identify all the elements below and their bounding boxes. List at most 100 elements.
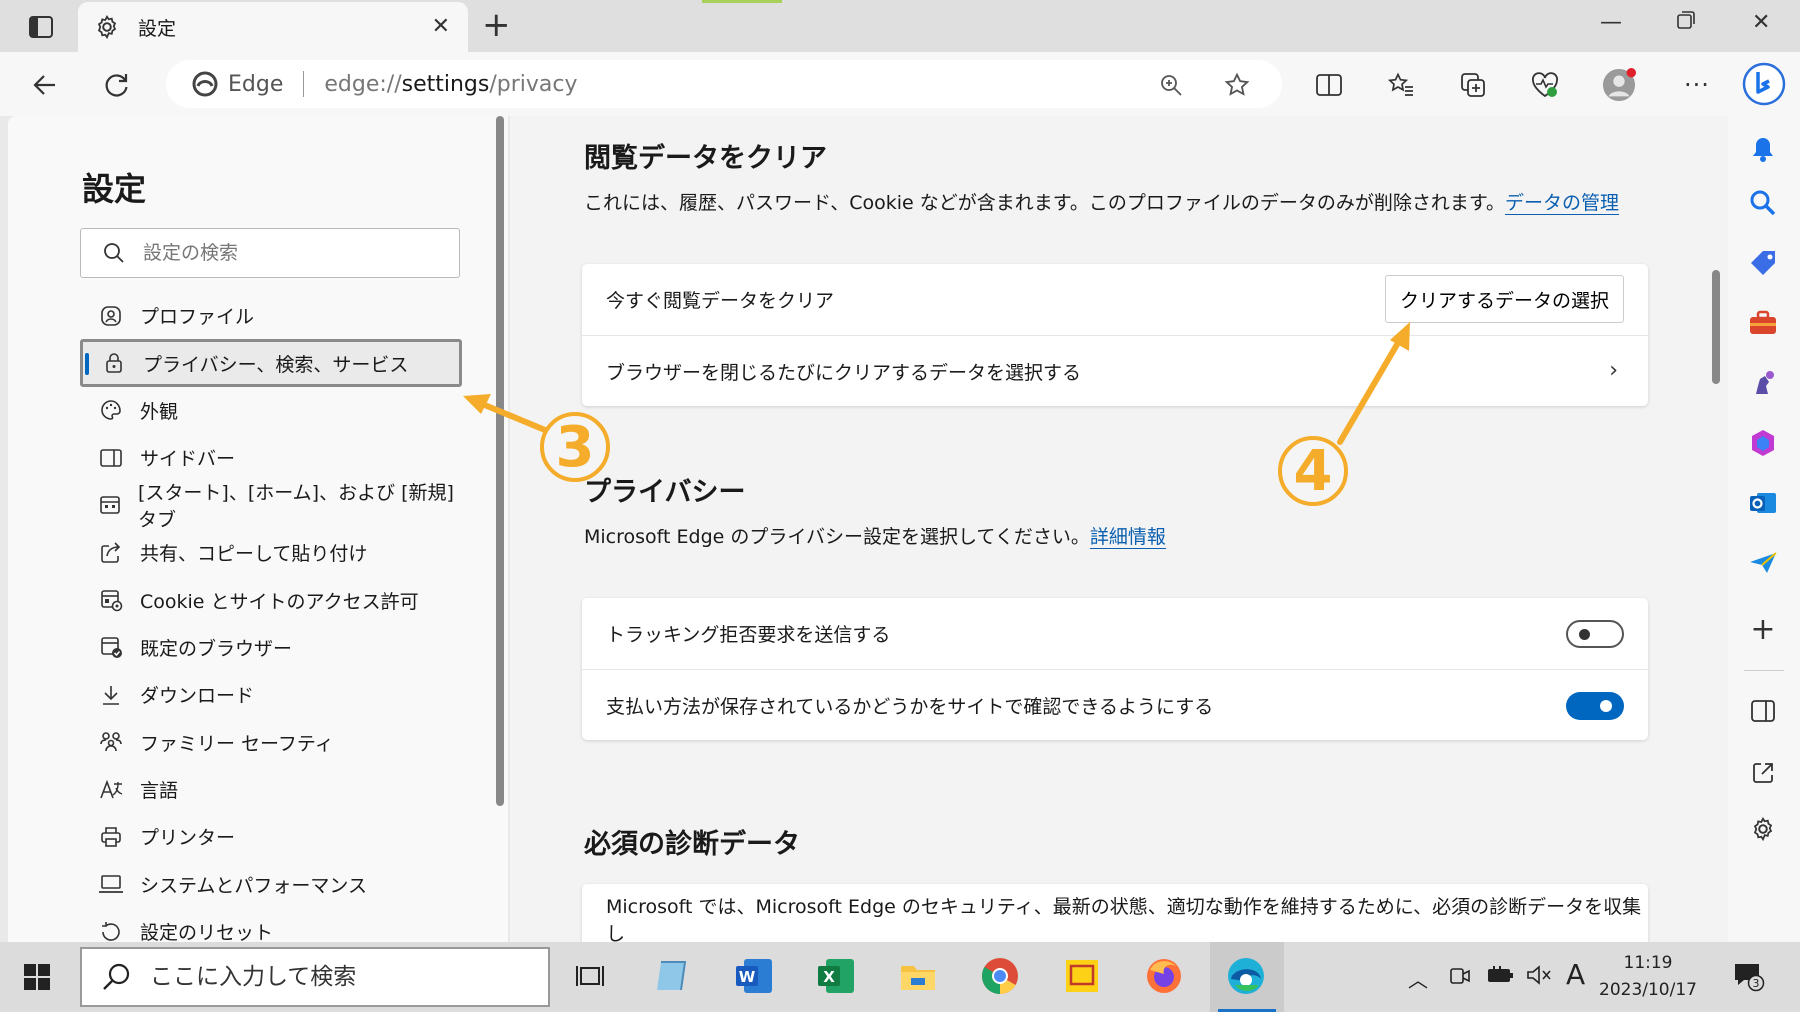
settings-nav-item[interactable]: 共有、コピーして貼り付け — [80, 529, 462, 576]
shopping-button[interactable] — [1746, 246, 1780, 280]
microsoft-365-button[interactable] — [1746, 426, 1780, 460]
restore-button[interactable] — [1676, 10, 1696, 36]
volume-muted-icon[interactable] — [1526, 964, 1552, 991]
settings-nav-item[interactable]: システムとパフォーマンス — [80, 861, 462, 908]
settings-nav-item[interactable]: プロファイル — [80, 292, 462, 339]
diagnostics-title: 必須の診断データ — [584, 829, 800, 860]
search-icon — [104, 243, 124, 263]
notification-center-button[interactable]: 3 — [1732, 960, 1766, 997]
clear-now-row: 今すぐ閲覧データをクリア クリアするデータの選択 — [582, 264, 1648, 335]
clear-on-close-row[interactable]: ブラウザーを閉じるたびにクリアするデータを選択する › — [582, 335, 1648, 406]
hide-sidebar-button[interactable] — [1746, 694, 1780, 728]
settings-nav-item[interactable]: ファミリー セーフティ — [80, 719, 462, 766]
profile-button[interactable] — [1602, 68, 1636, 102]
battery-icon[interactable] — [1486, 964, 1514, 991]
back-button[interactable] — [28, 68, 62, 102]
clear-on-close-label: ブラウザーを閉じるたびにクリアするデータを選択する — [606, 361, 1082, 384]
clock[interactable]: 11:19 2023/10/17 — [1588, 950, 1708, 1004]
settings-nav-item[interactable]: プリンター — [80, 813, 462, 860]
settings-nav-item[interactable]: [スタート]、[ホーム]、および [新規] タブ — [80, 482, 462, 531]
settings-nav-item[interactable]: 既定のブラウザー — [80, 624, 462, 671]
taskbar-app-file-explorer[interactable] — [896, 954, 940, 998]
avatar — [1602, 68, 1636, 102]
settings-nav-label: ファミリー セーフティ — [140, 732, 334, 755]
new-tab-button[interactable]: + — [482, 8, 511, 42]
more-menu-button[interactable]: ··· — [1680, 68, 1714, 102]
clear-data-description: これには、履歴、パスワード、Cookie などが含まれます。このプロファイルのデ… — [584, 192, 1619, 215]
settings-nav-item[interactable]: プライバシー、検索、サービス — [80, 339, 462, 387]
taskbar-app-word[interactable]: W — [732, 954, 776, 998]
browser-essentials-button[interactable] — [1528, 68, 1562, 102]
settings-search-input[interactable] — [143, 242, 443, 264]
windows-logo-icon — [24, 964, 50, 990]
left-panel-scrollbar[interactable] — [496, 116, 504, 806]
bing-copilot-button[interactable] — [1742, 62, 1786, 106]
taskbar-app-excel[interactable]: X — [814, 954, 858, 998]
favorite-star-button[interactable] — [1222, 70, 1252, 100]
clear-data-title: 閲覧データをクリア — [584, 143, 827, 174]
search-sidebar-button[interactable] — [1746, 186, 1780, 220]
settings-nav-label: ダウンロード — [140, 685, 255, 708]
do-not-track-toggle[interactable] — [1566, 620, 1624, 648]
add-sidebar-app-button[interactable]: + — [1746, 612, 1780, 647]
taskbar-search-box[interactable] — [80, 947, 550, 1007]
split-screen-button[interactable] — [1312, 68, 1346, 102]
do-not-track-row: トラッキング拒否要求を送信する — [582, 598, 1648, 669]
settings-nav-label: 既定のブラウザー — [140, 637, 293, 660]
taskbar-search-input[interactable] — [150, 964, 530, 990]
learn-more-link[interactable]: 詳細情報 — [1089, 526, 1166, 549]
taskbar-app-sticky-notes[interactable] — [1060, 954, 1104, 998]
settings-nav-item[interactable]: ダウンロード — [80, 671, 462, 718]
do-not-track-label: トラッキング拒否要求を送信する — [606, 624, 891, 646]
games-button[interactable] — [1746, 366, 1780, 400]
external-link-button[interactable] — [1746, 756, 1780, 790]
taskbar-app-edge[interactable] — [1224, 954, 1268, 998]
tab-close-button[interactable]: ✕ — [432, 14, 450, 39]
notification-icon: 3 — [1735, 964, 1765, 992]
notifications-button[interactable] — [1746, 132, 1780, 166]
chess-piece-icon — [1756, 371, 1774, 394]
drop-button[interactable] — [1746, 546, 1780, 580]
favorites-button[interactable] — [1384, 68, 1418, 102]
clear-data-card: 今すぐ閲覧データをクリア クリアするデータの選択 ブラウザーを閉じるたびにクリア… — [582, 264, 1648, 406]
tab-actions-icon — [29, 16, 53, 38]
settings-search-box[interactable] — [80, 228, 460, 278]
collections-button[interactable] — [1456, 68, 1490, 102]
active-tab[interactable]: 設定 ✕ — [78, 2, 468, 52]
outlook-button[interactable] — [1746, 486, 1780, 520]
settings-nav-item[interactable]: 外観 — [80, 387, 462, 434]
settings-nav-item[interactable]: サイドバー — [80, 434, 462, 481]
tab-actions-button[interactable] — [18, 12, 64, 42]
taskbar-app-notepad[interactable] — [650, 954, 694, 998]
settings-nav-item[interactable]: 言語 — [80, 766, 462, 813]
meet-now-icon[interactable] — [1448, 964, 1472, 993]
address-bar[interactable]: Edge edge://settings/privacy — [166, 60, 1282, 108]
choose-what-to-clear-button[interactable]: クリアするデータの選択 — [1384, 275, 1624, 323]
payment-check-toggle[interactable] — [1566, 692, 1624, 720]
settings-nav-label: プロファイル — [140, 306, 255, 329]
refresh-button[interactable] — [100, 68, 134, 102]
content-scrollbar[interactable] — [1712, 270, 1720, 384]
word-icon: W — [736, 959, 772, 993]
palette-icon — [98, 397, 124, 423]
sidebar-icon — [98, 445, 124, 471]
close-window-button[interactable]: ✕ — [1752, 10, 1770, 35]
ime-indicator[interactable]: A — [1566, 958, 1585, 991]
battery-plug-icon — [1488, 966, 1513, 982]
task-view-button[interactable] — [568, 954, 612, 998]
edge-icon — [1228, 958, 1264, 994]
minimize-button[interactable]: — — [1600, 10, 1622, 35]
sidebar-divider — [1744, 670, 1784, 671]
zoom-button[interactable] — [1156, 70, 1186, 100]
taskbar-app-chrome[interactable] — [978, 954, 1022, 998]
settings-nav-label: プライバシー、検索、サービス — [143, 353, 409, 376]
settings-nav-item[interactable]: Cookie とサイトのアクセス許可 — [80, 576, 462, 623]
tools-button[interactable] — [1746, 306, 1780, 340]
sidebar-settings-button[interactable] — [1746, 812, 1780, 846]
manage-data-link[interactable]: データの管理 — [1504, 192, 1619, 215]
start-button[interactable] — [22, 962, 52, 992]
settings-nav-label: 外観 — [140, 400, 179, 423]
show-hidden-icons-button[interactable]: ︿ — [1408, 964, 1428, 993]
taskbar-app-firefox[interactable] — [1142, 954, 1186, 998]
url-text[interactable]: edge://settings/privacy — [324, 72, 577, 97]
